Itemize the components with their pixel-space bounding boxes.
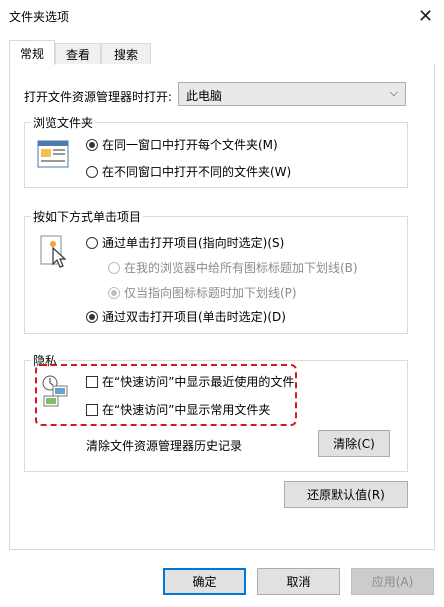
window-title: 文件夹选项 bbox=[9, 10, 70, 24]
ok-button[interactable]: 确定 bbox=[163, 568, 246, 595]
checkbox-frequent-folders[interactable] bbox=[86, 404, 98, 416]
open-explorer-select[interactable]: 此电脑 ⌵ bbox=[178, 82, 406, 106]
cancel-button-label: 取消 bbox=[286, 575, 311, 589]
ok-button-label: 确定 bbox=[192, 575, 217, 589]
checkbox-recent-files[interactable] bbox=[86, 376, 98, 388]
radio-underline-hover[interactable] bbox=[108, 287, 120, 299]
restore-defaults-button[interactable]: 还原默认值(R) bbox=[284, 481, 408, 508]
radio-underline-always-label: 在我的浏览器中给所有图标标题加下划线(B) bbox=[124, 261, 358, 275]
clear-history-label: 清除文件资源管理器历史记录 bbox=[86, 439, 243, 453]
folder-window-icon bbox=[37, 140, 69, 168]
radio-double-click-label: 通过双击打开项目(单击时选定)(D) bbox=[102, 310, 286, 324]
tab-general-label: 常规 bbox=[19, 46, 44, 61]
click-items-title: 按如下方式单击项目 bbox=[31, 208, 144, 225]
close-icon[interactable]: ✕ bbox=[407, 0, 444, 32]
open-explorer-value: 此电脑 bbox=[186, 89, 223, 103]
open-explorer-label: 打开文件资源管理器时打开: bbox=[24, 90, 173, 104]
checkbox-frequent-folders-label: 在“快速访问”中显示常用文件夹 bbox=[102, 403, 271, 417]
radio-underline-always[interactable] bbox=[108, 262, 120, 274]
restore-defaults-label: 还原默认值(R) bbox=[307, 488, 385, 502]
tab-search[interactable]: 搜索 bbox=[101, 43, 151, 64]
radio-same-window-label: 在同一窗口中打开每个文件夹(M) bbox=[102, 138, 278, 152]
cancel-button[interactable]: 取消 bbox=[257, 568, 340, 595]
radio-new-window[interactable] bbox=[86, 166, 98, 178]
clear-button[interactable]: 清除(C) bbox=[318, 430, 390, 457]
radio-single-click-label: 通过单击打开项目(指向时选定)(S) bbox=[102, 236, 285, 250]
apply-button-label: 应用(A) bbox=[371, 575, 414, 589]
apply-button[interactable]: 应用(A) bbox=[351, 568, 434, 595]
tab-general[interactable]: 常规 bbox=[9, 40, 55, 65]
tab-search-label: 搜索 bbox=[113, 47, 138, 62]
radio-same-window[interactable] bbox=[86, 139, 98, 151]
browse-folders-title: 浏览文件夹 bbox=[31, 114, 96, 131]
checkbox-recent-files-label: 在“快速访问”中显示最近使用的文件 bbox=[102, 375, 295, 389]
clear-button-label: 清除(C) bbox=[333, 437, 375, 451]
title-bar: 文件夹选项 ✕ bbox=[0, 0, 444, 32]
radio-underline-hover-label: 仅当指向图标标题时加下划线(P) bbox=[124, 286, 297, 300]
tab-view-label: 查看 bbox=[65, 47, 90, 62]
chevron-down-icon: ⌵ bbox=[389, 86, 398, 99]
tab-view[interactable]: 查看 bbox=[55, 43, 101, 64]
radio-single-click[interactable] bbox=[86, 237, 98, 249]
clock-documents-icon bbox=[41, 374, 69, 408]
radio-double-click[interactable] bbox=[86, 311, 98, 323]
click-cursor-icon bbox=[39, 234, 69, 270]
radio-new-window-label: 在不同窗口中打开不同的文件夹(W) bbox=[102, 165, 292, 179]
